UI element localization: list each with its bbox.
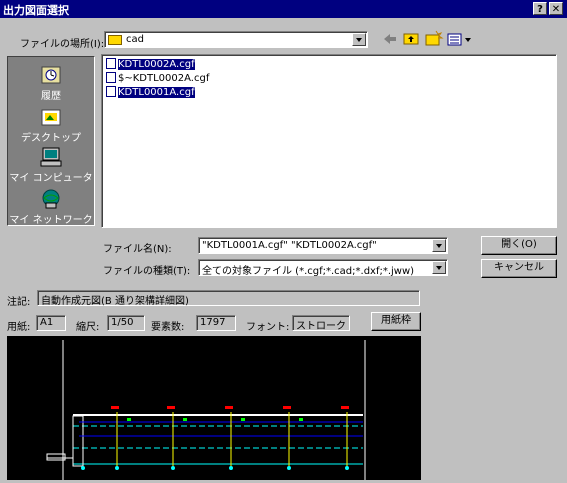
- filetype-value: 全ての対象ファイル (*.cgf;*.cad;*.dxf;*.jww): [202, 266, 415, 277]
- network-icon: [40, 189, 62, 209]
- places-bar: 履歴 デスクトップ マイ コンピュータ マイ ネットワーク: [7, 56, 95, 226]
- file-item[interactable]: $~KDTL0002A.cgf: [106, 72, 209, 85]
- folder-icon: [108, 35, 122, 45]
- file-item[interactable]: KDTL0001A.cgf: [106, 86, 195, 99]
- paper-field: A1: [36, 315, 66, 331]
- drawing-preview: [7, 336, 421, 480]
- desktop-icon: [40, 107, 62, 127]
- note-field: 自動作成元図(B 通り架構詳細図): [37, 290, 420, 307]
- paper-frame-button[interactable]: 用紙枠: [371, 312, 421, 331]
- view-menu-icon[interactable]: [447, 33, 471, 46]
- elements-label: 要素数:: [151, 322, 185, 333]
- cad-drawing: [46, 340, 366, 480]
- file-list[interactable]: KDTL0002A.cgf $~KDTL0002A.cgf KDTL0001A.…: [101, 54, 557, 228]
- paper-value: A1: [40, 317, 54, 328]
- scale-value: 1/50: [111, 317, 134, 328]
- place-label: マイ ネットワーク: [9, 215, 93, 226]
- font-value: ストローク: [296, 321, 346, 332]
- elements-field: 1797: [196, 315, 236, 331]
- location-value: cad: [126, 34, 144, 45]
- place-network[interactable]: マイ ネットワーク: [8, 189, 94, 226]
- location-combo[interactable]: cad: [104, 31, 368, 48]
- open-button[interactable]: 開く(O): [481, 236, 557, 255]
- scale-label: 縮尺:: [76, 322, 100, 333]
- file-item[interactable]: KDTL0002A.cgf: [106, 58, 195, 71]
- note-label: 注記:: [7, 297, 31, 308]
- font-label: フォント:: [246, 322, 290, 333]
- close-button[interactable]: ✕: [549, 2, 563, 15]
- history-icon: [40, 65, 62, 85]
- filetype-label: ファイルの種類(T):: [103, 266, 191, 277]
- window-title: 出力図面選択: [3, 4, 69, 17]
- file-name: KDTL0001A.cgf: [118, 87, 195, 98]
- place-my-computer[interactable]: マイ コンピュータ: [8, 147, 94, 184]
- new-folder-icon[interactable]: [425, 30, 444, 46]
- cancel-button[interactable]: キャンセル: [481, 259, 557, 278]
- filename-input[interactable]: "KDTL0001A.cgf" "KDTL0002A.cgf": [198, 237, 448, 254]
- filename-label: ファイル名(N):: [103, 244, 172, 255]
- up-folder-icon[interactable]: [403, 33, 419, 45]
- scale-field: 1/50: [107, 315, 145, 331]
- note-value: 自動作成元図(B 通り架構詳細図): [41, 296, 189, 307]
- filetype-select[interactable]: 全ての対象ファイル (*.cgf;*.cad;*.dxf;*.jww): [198, 259, 448, 277]
- cgf-file-icon: [106, 72, 116, 83]
- my-computer-icon: [40, 147, 62, 167]
- help-button[interactable]: ?: [533, 2, 547, 15]
- toolbar-icons: [384, 30, 471, 46]
- place-history[interactable]: 履歴: [8, 65, 94, 102]
- title-bar: 出力図面選択 ? ✕: [0, 0, 567, 18]
- cgf-file-icon: [106, 86, 116, 97]
- chevron-down-icon[interactable]: [432, 239, 446, 252]
- file-name: KDTL0002A.cgf: [118, 59, 195, 70]
- elements-value: 1797: [200, 317, 226, 328]
- location-label: ファイルの場所(I):: [20, 39, 105, 50]
- paper-label: 用紙:: [7, 322, 31, 333]
- place-label: 履歴: [41, 91, 61, 102]
- cgf-file-icon: [106, 58, 116, 69]
- back-icon[interactable]: [384, 34, 396, 44]
- font-field: ストローク: [292, 315, 350, 332]
- place-label: デスクトップ: [21, 133, 81, 144]
- chevron-down-icon[interactable]: [432, 261, 446, 274]
- place-desktop[interactable]: デスクトップ: [8, 107, 94, 144]
- filename-value: "KDTL0001A.cgf" "KDTL0002A.cgf": [202, 240, 377, 251]
- chevron-down-icon[interactable]: [352, 33, 366, 46]
- file-name: $~KDTL0002A.cgf: [118, 73, 210, 84]
- place-label: マイ コンピュータ: [9, 173, 93, 184]
